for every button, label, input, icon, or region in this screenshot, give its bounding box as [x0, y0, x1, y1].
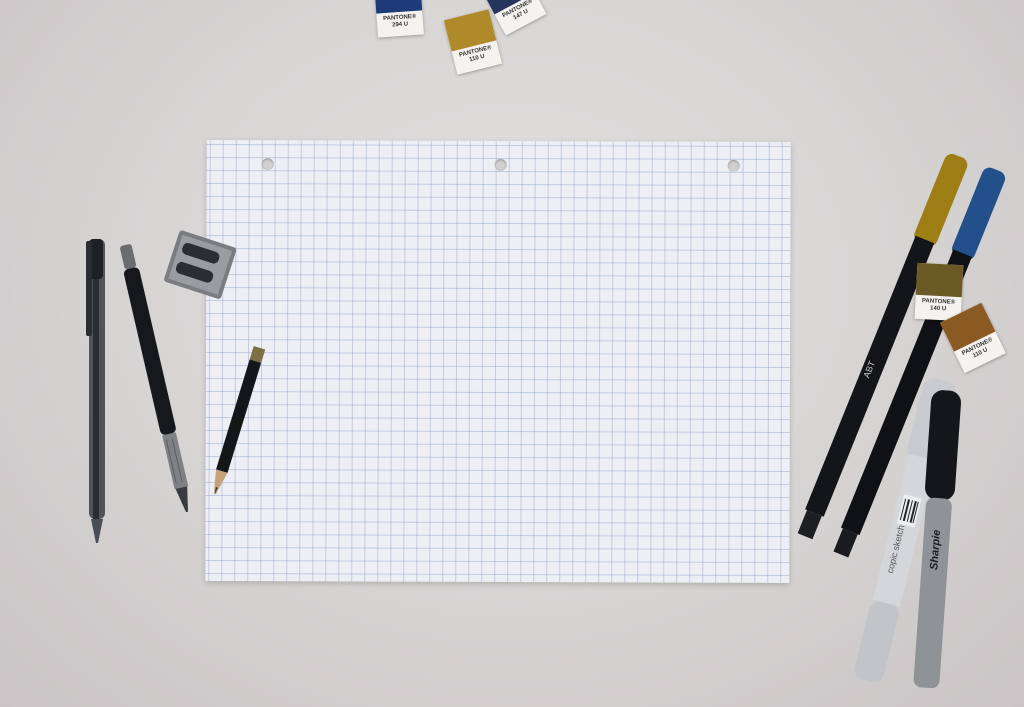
pantone-swatch: PANTONE® 140 U: [914, 262, 964, 322]
pantone-swatch: PANTONE® 110 U: [443, 9, 503, 75]
swatch-chip: [915, 262, 964, 298]
punch-hole: [727, 159, 740, 172]
right-markers: ABT copic sketch Sharpie: [797, 153, 1006, 689]
wooden-pencil: [213, 346, 266, 495]
pantone-swatch: PANTONE® 294 U: [374, 0, 424, 38]
gel-pen: [86, 239, 105, 543]
swatch-label: PANTONE® 294 U: [382, 14, 417, 29]
left-stationery: [86, 230, 266, 543]
punch-hole: [261, 158, 274, 171]
punch-hole: [494, 158, 507, 172]
pencil-sharpener: [164, 230, 237, 299]
desk-scene: PANTONE® 294 U PANTONE® 110 U PANTONE® 147 …: [0, 0, 1024, 707]
swatch-label: PANTONE® 140 U: [921, 298, 956, 313]
graph-paper: [205, 139, 791, 584]
